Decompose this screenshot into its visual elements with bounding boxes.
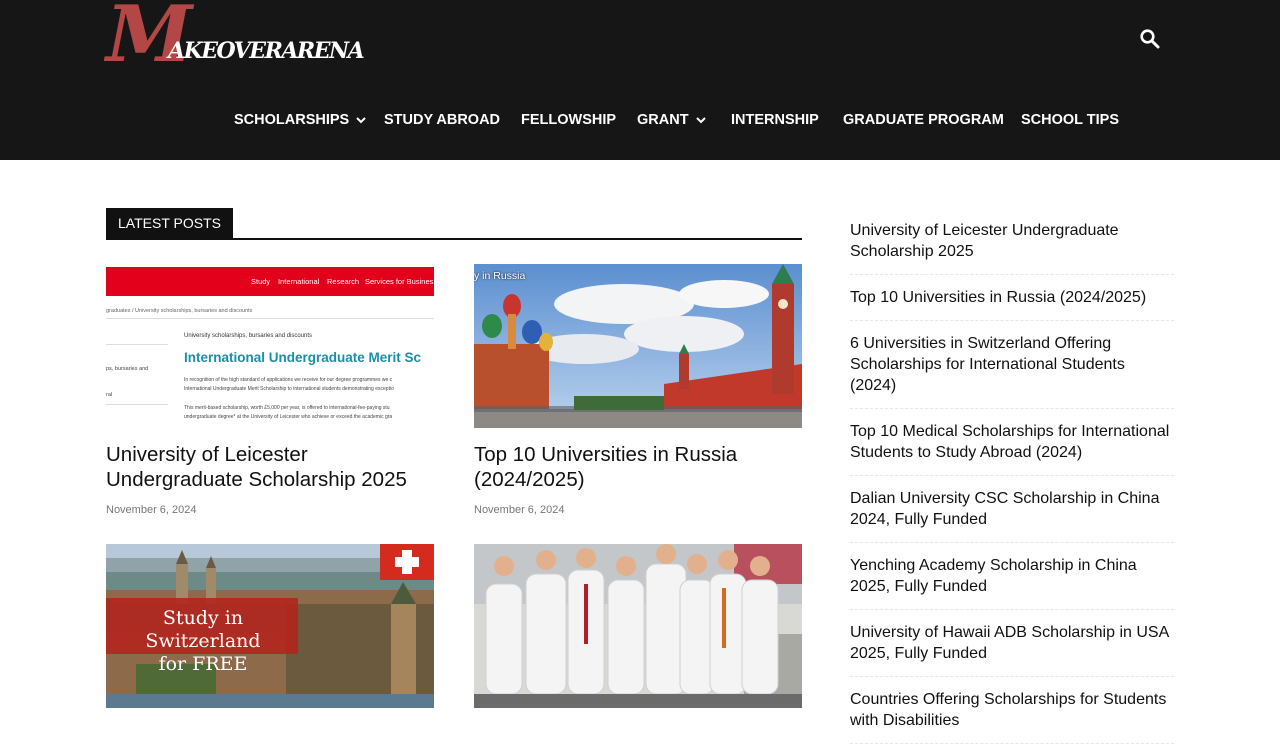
thumb-body-text: International Undergraduate Merit Schola… bbox=[184, 386, 394, 392]
nav-school-tips[interactable]: SCHOOL TIPS bbox=[1021, 104, 1119, 136]
medical-students-image bbox=[474, 544, 802, 708]
thumb-nav-link: Study bbox=[251, 277, 271, 286]
logo-wordmark: AKEOVERARENA bbox=[168, 38, 365, 64]
sidebar-post-link[interactable]: University of Leicester Undergraduate Sc… bbox=[850, 220, 1174, 275]
block-title-label: LATEST POSTS bbox=[106, 208, 233, 238]
sidebar-post-link[interactable]: 6 Universities in Switzerland Offering S… bbox=[850, 333, 1174, 409]
sidebar-post-link[interactable]: Top 10 Universities in Russia (2024/2025… bbox=[850, 287, 1174, 321]
sidebar-recent-posts: University of Leicester Undergraduate Sc… bbox=[850, 220, 1174, 756]
nav-study-abroad[interactable]: STUDY ABROAD bbox=[384, 104, 500, 136]
post-thumbnail[interactable] bbox=[474, 544, 802, 708]
nav-label: SCHOLARSHIPS bbox=[234, 112, 350, 128]
thumb-caption: y in Russia bbox=[474, 270, 526, 282]
thumb-breadcrumb: graduates / University scholarships, bur… bbox=[106, 308, 253, 314]
site-logo[interactable]: M AKEOVERARENA bbox=[106, 0, 365, 78]
post-card: Study in Switzerland for FREE bbox=[106, 544, 434, 708]
post-thumbnail[interactable]: Study in Switzerland for FREE bbox=[106, 544, 434, 708]
thumb-side-text: ps, bursaries and bbox=[106, 366, 149, 372]
thumb-line: for FREE bbox=[158, 653, 248, 675]
post-thumbnail[interactable]: Study International Research Services fo… bbox=[106, 264, 434, 428]
post-card: Study International Research Services fo… bbox=[106, 264, 434, 516]
nav-label: INTERNSHIP bbox=[731, 112, 819, 128]
thumb-nav-bar: Study International Research Services fo… bbox=[106, 267, 434, 296]
thumb-body-text: In recognition of the high standard of a… bbox=[184, 377, 393, 383]
chevron-down-icon bbox=[695, 117, 706, 124]
thumb-nav-link: International bbox=[278, 277, 320, 286]
post-card bbox=[474, 544, 802, 708]
thumb-divider bbox=[106, 404, 168, 405]
nav-fellowship[interactable]: FELLOWSHIP bbox=[521, 104, 616, 136]
nav-scholarships[interactable]: SCHOLARSHIPS bbox=[234, 104, 366, 136]
post-date: November 6, 2024 bbox=[106, 504, 197, 516]
thumb-body-text: This merit-based scholarship, worth £5,0… bbox=[184, 405, 390, 411]
thumb-line: Study in Switzerland bbox=[145, 607, 261, 652]
thumb-body-text: undergraduate degree* at the University … bbox=[184, 414, 393, 420]
nav-graduate-program[interactable]: GRADUATE PROGRAM bbox=[843, 104, 1004, 136]
nav-label: FELLOWSHIP bbox=[521, 112, 617, 128]
sidebar-post-link[interactable]: Dalian University CSC Scholarship in Chi… bbox=[850, 488, 1174, 543]
latest-posts-heading: LATEST POSTS bbox=[106, 208, 802, 240]
post-title[interactable]: University of Leicester Undergraduate Sc… bbox=[106, 442, 434, 492]
thumb-heading: International Undergraduate Merit Sc bbox=[184, 350, 422, 365]
thumb-divider bbox=[106, 344, 168, 345]
thumb-overlay-text: Study in Switzerland for FREE bbox=[110, 607, 296, 676]
thumb-nav-link: Research bbox=[327, 277, 360, 286]
sidebar-post-link[interactable]: Top 10 Medical Scholarships for Internat… bbox=[850, 421, 1174, 476]
thumb-divider bbox=[106, 318, 434, 319]
sidebar-post-link[interactable]: University of Hawaii ADB Scholarship in … bbox=[850, 622, 1174, 677]
site-header: M AKEOVERARENA SCHOLARSHIPS STUDY ABROAD… bbox=[0, 0, 1280, 160]
thumb-kicker: University scholarships, bursaries and d… bbox=[184, 333, 313, 339]
sidebar-post-link[interactable]: Countries Offering Scholarships for Stud… bbox=[850, 689, 1174, 744]
main-nav: SCHOLARSHIPS STUDY ABROAD FELLOWSHIP GRA… bbox=[0, 104, 1280, 136]
nav-internship[interactable]: INTERNSHIP bbox=[731, 104, 819, 136]
post-date: November 6, 2024 bbox=[474, 504, 565, 516]
post-card: y in Russia Top 10 Universities in Russi… bbox=[474, 264, 802, 516]
post-title[interactable]: Top 10 Universities in Russia (2024/2025… bbox=[474, 442, 802, 492]
nav-label: SCHOOL TIPS bbox=[1021, 112, 1120, 128]
nav-grant[interactable]: GRANT bbox=[637, 104, 706, 136]
thumb-side-text: ral bbox=[106, 392, 113, 398]
post-thumbnail[interactable]: y in Russia bbox=[474, 264, 802, 428]
thumb-nav-link: Services for Busines bbox=[365, 277, 434, 286]
nav-label: STUDY ABROAD bbox=[384, 112, 501, 128]
nav-label: GRADUATE PROGRAM bbox=[843, 112, 1004, 128]
search-icon[interactable] bbox=[1139, 28, 1161, 50]
red-square-image bbox=[474, 264, 802, 428]
chevron-down-icon bbox=[356, 117, 366, 124]
sidebar-post-link[interactable]: Yenching Academy Scholarship in China 20… bbox=[850, 555, 1174, 610]
nav-label: GRANT bbox=[637, 112, 689, 128]
